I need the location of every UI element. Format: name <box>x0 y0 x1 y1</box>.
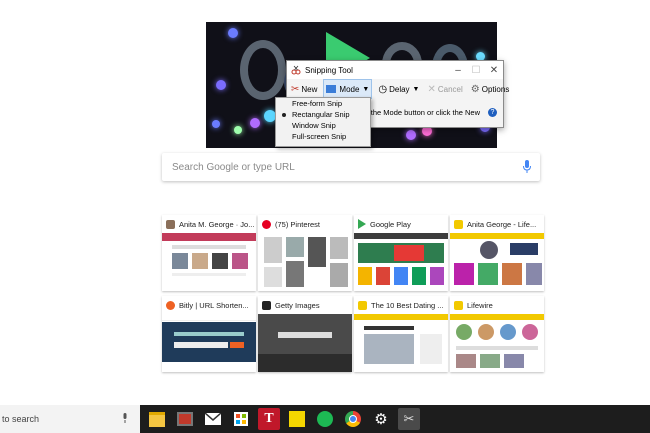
shortcut-tile[interactable]: Anita George - Life... <box>450 215 544 291</box>
gear-icon: ⚙ <box>470 83 480 95</box>
tile-title: The 10 Best Dating ... <box>371 300 444 310</box>
chevron-down-icon: ▼ <box>412 85 420 93</box>
file-explorer-icon[interactable] <box>146 408 168 430</box>
tile-header: Bitly | URL Shorten... <box>162 296 256 314</box>
menu-item-rectangular-snip[interactable]: Rectangular Snip <box>276 109 370 120</box>
mode-label: Mode <box>339 84 360 94</box>
lifewire-icon <box>358 300 367 310</box>
shortcut-tile[interactable]: Getty Images <box>258 296 352 372</box>
tile-thumbnail <box>354 314 448 372</box>
mode-button[interactable]: Mode ▼ <box>323 79 373 99</box>
shortcut-tile[interactable]: Bitly | URL Shorten... <box>162 296 256 372</box>
google-play-icon <box>358 219 366 229</box>
options-label: Options <box>481 84 510 94</box>
tile-title: Lifewire <box>467 300 493 310</box>
photo-app-icon[interactable] <box>174 408 196 430</box>
tile-header: Google Play <box>354 215 448 233</box>
delay-button[interactable]: ◷ Delay ▼ <box>376 80 421 98</box>
tile-thumbnail <box>450 314 544 372</box>
delay-label: Delay <box>389 84 410 94</box>
lifewire-icon <box>454 300 463 310</box>
chevron-down-icon: ▼ <box>362 85 370 93</box>
tile-thumbnail <box>258 314 352 372</box>
cancel-label: Cancel <box>437 84 463 94</box>
tile-header: Anita M. George · Jo... <box>162 215 256 233</box>
instruction-label: g the Mode button or click the New <box>364 107 480 117</box>
shortcut-tile[interactable]: Lifewire <box>450 296 544 372</box>
mail-icon[interactable] <box>202 408 224 430</box>
tile-header: Getty Images <box>258 296 352 314</box>
mode-icon <box>326 85 337 93</box>
tile-title: Anita George - Life... <box>467 219 537 229</box>
snipping-tool-taskbar-icon[interactable]: ✂ <box>398 408 420 430</box>
doodle-ghost <box>228 28 238 38</box>
store-icon[interactable] <box>230 408 252 430</box>
tile-title: Bitly | URL Shorten... <box>179 300 249 310</box>
scissors-icon <box>291 65 301 75</box>
tile-header: Anita George - Life... <box>450 215 544 233</box>
cancel-button[interactable]: ✕ Cancel <box>425 80 464 98</box>
tile-header: The 10 Best Dating ... <box>354 296 448 314</box>
windows-taskbar: to search T ⚙ ✂ <box>0 405 650 433</box>
maximize-button[interactable]: ☐ <box>467 65 485 76</box>
doodle-ghost <box>216 80 226 90</box>
snipping-toolbar: ✂ New Mode ▼ ◷ Delay ▼ ✕ Cancel ⚙ Option… <box>287 79 509 99</box>
doodle-ghost <box>212 120 220 128</box>
tile-title: Getty Images <box>275 300 320 310</box>
tile-thumbnail <box>354 233 448 291</box>
t-app-icon[interactable]: T <box>258 408 280 430</box>
tile-thumbnail <box>162 233 256 291</box>
tile-thumbnail <box>258 233 352 291</box>
tile-header: Lifewire <box>450 296 544 314</box>
menu-item-full-screen-snip[interactable]: Full-screen Snip <box>276 131 370 142</box>
lifewire-icon <box>454 219 463 229</box>
taskbar-search-text: to search <box>2 414 40 424</box>
clock-icon: ◷ <box>378 83 388 95</box>
taskbar-search-box[interactable]: to search <box>0 405 140 433</box>
bitly-icon <box>166 300 175 310</box>
cancel-icon: ✕ <box>427 83 436 95</box>
new-label: New <box>301 84 318 94</box>
new-button[interactable]: ✂ New <box>289 80 319 98</box>
shortcut-tile[interactable]: (75) Pinterest <box>258 215 352 291</box>
snipping-tool-titlebar[interactable]: Snipping Tool – ☐ ✕ <box>287 61 503 79</box>
window-title: Snipping Tool <box>305 65 353 75</box>
settings-gear-icon[interactable]: ⚙ <box>370 408 392 430</box>
microphone-icon[interactable] <box>522 160 532 174</box>
doodle-ghost <box>406 130 416 140</box>
getty-images-icon <box>262 300 271 310</box>
sticky-notes-icon[interactable] <box>286 408 308 430</box>
pinterest-icon <box>262 219 271 229</box>
close-button[interactable]: ✕ <box>485 65 503 76</box>
tile-title: (75) Pinterest <box>275 219 321 229</box>
help-icon[interactable]: ? <box>488 107 497 117</box>
doodle-ghost <box>234 126 242 134</box>
tile-thumbnail <box>450 233 544 291</box>
doodle-ghost <box>250 118 260 128</box>
shortcut-tile[interactable]: Anita M. George · Jo... <box>162 215 256 291</box>
tile-title: Google Play <box>370 219 411 229</box>
chrome-icon[interactable] <box>342 408 364 430</box>
favicon-icon <box>166 219 175 229</box>
shortcut-tile[interactable]: The 10 Best Dating ... <box>354 296 448 372</box>
mode-dropdown-menu: Free-form Snip Rectangular Snip Window S… <box>275 97 371 147</box>
microphone-icon[interactable] <box>122 413 128 424</box>
tile-title: Anita M. George · Jo... <box>179 219 255 229</box>
menu-item-window-snip[interactable]: Window Snip <box>276 120 370 131</box>
minimize-button[interactable]: – <box>449 65 467 76</box>
options-button[interactable]: ⚙ Options <box>469 80 512 98</box>
tile-thumbnail <box>162 314 256 372</box>
spotify-icon[interactable] <box>314 408 336 430</box>
tile-header: (75) Pinterest <box>258 215 352 233</box>
search-input[interactable] <box>170 160 522 174</box>
search-box[interactable] <box>162 153 540 181</box>
doodle-letter <box>240 40 286 100</box>
new-snip-icon: ✂ <box>291 83 300 95</box>
shortcut-tile[interactable]: Google Play <box>354 215 448 291</box>
menu-item-free-form-snip[interactable]: Free-form Snip <box>276 98 370 109</box>
